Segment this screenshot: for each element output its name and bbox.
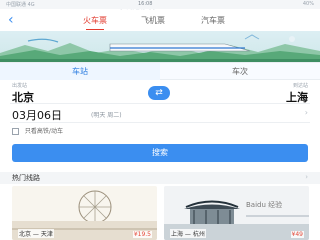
search-button[interactable]: 搜索 [12, 144, 308, 162]
tab-station-label: 车站 [72, 67, 88, 76]
checkbox-icon[interactable] [12, 128, 19, 135]
chevron-right-icon[interactable]: › [305, 173, 308, 181]
tab-flight-ticket[interactable]: 飞机票 [136, 14, 170, 28]
search-mode-tabs: 车站 车次 [0, 62, 320, 81]
high-speed-filter-label: 只看高铁/动车 [24, 128, 63, 135]
divider [10, 103, 310, 104]
tab-station[interactable]: 车站 [0, 63, 160, 81]
route-name: 上海 — 杭州 [170, 229, 206, 238]
tab-train-ticket[interactable]: 火车票 [78, 14, 112, 30]
route-name: 北京 — 天津 [18, 229, 54, 238]
swap-icon: ⇄ [155, 88, 163, 98]
swap-stations-button[interactable]: ⇄ [148, 86, 170, 100]
clock-text: 16:08 [138, 1, 153, 7]
active-tab-underline [86, 28, 104, 30]
route-card-beijing-tianjin[interactable]: 北京 — 天津 ¥19.5 [12, 186, 157, 240]
divider [10, 122, 310, 123]
hot-routes-header: 热门线路 › [0, 172, 320, 184]
banner-illustration [0, 34, 320, 62]
departure-date[interactable]: 03月06日 [12, 107, 62, 123]
search-button-label: 搜索 [152, 148, 168, 157]
tab-train-number[interactable]: 车次 [160, 63, 320, 81]
route-price: ¥19.5 [132, 231, 152, 238]
from-station-label: 出发站 [12, 83, 28, 89]
tab-flight-ticket-label: 飞机票 [141, 16, 165, 25]
tab-train-ticket-label: 火车票 [83, 16, 107, 25]
hot-routes-title: 热门线路 [12, 174, 40, 182]
back-chevron-icon[interactable]: ‹ [8, 12, 22, 28]
date-subtext: (明天 周二) [91, 112, 122, 119]
status-bar: 中国联通 4G 16:08 40% 0 ·人·叫·图·标 · 0 0 [0, 0, 320, 14]
baidu-watermark: Baidu 经验 [246, 201, 283, 209]
to-station-label: 到达站 [292, 83, 308, 89]
tab-bus-ticket[interactable]: 汽车票 [196, 14, 230, 28]
train-banner [0, 31, 320, 62]
high-speed-filter[interactable]: 只看高铁/动车 [12, 126, 63, 136]
carrier-text: 中国联通 4G [6, 2, 35, 8]
tab-bus-ticket-label: 汽车票 [201, 16, 225, 25]
tab-train-number-label: 车次 [232, 67, 248, 76]
route-card-shanghai-hangzhou[interactable]: 上海 — 杭州 ¥49 [164, 186, 309, 240]
transport-tabs: ‹ 火车票 飞机票 汽车票 [0, 10, 320, 31]
chevron-right-icon: › [304, 108, 308, 117]
route-price: ¥49 [290, 231, 304, 238]
battery-text: 40% [302, 1, 314, 7]
